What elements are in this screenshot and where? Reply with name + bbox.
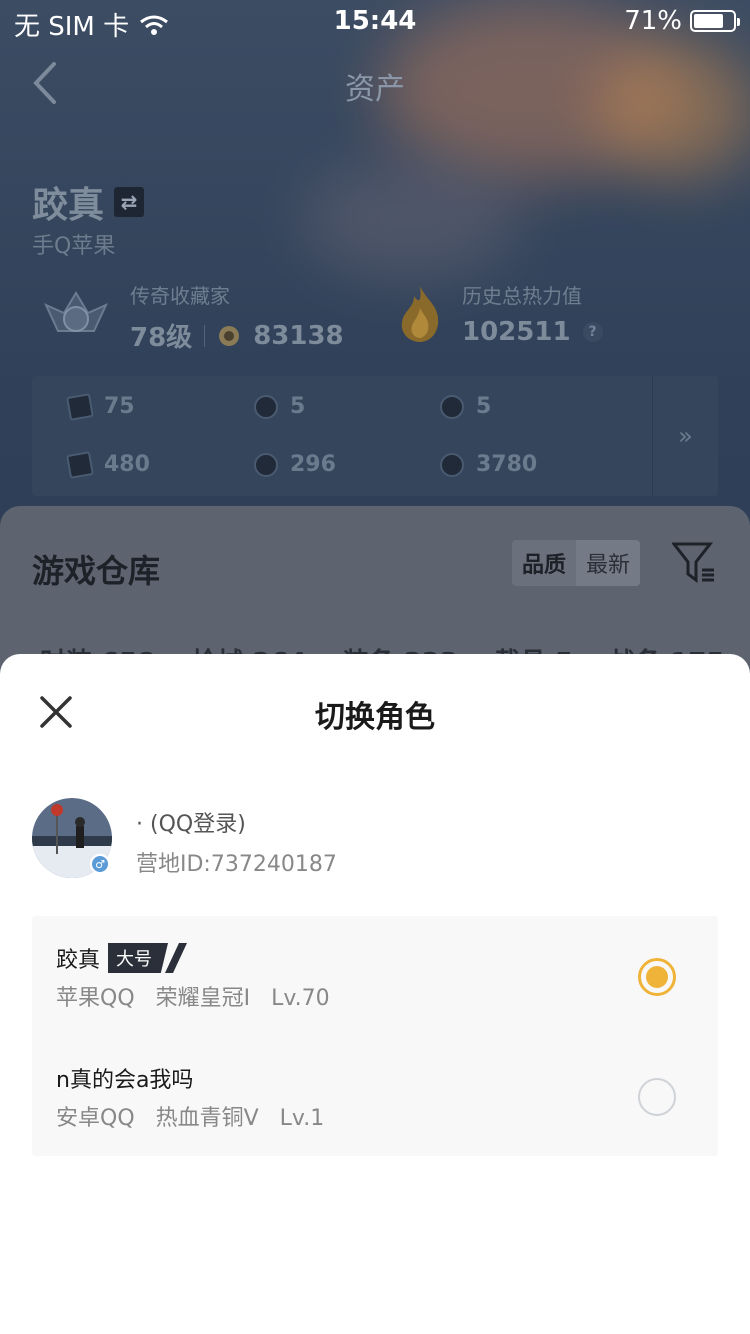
role-info: 安卓QQ 热血青铜V Lv.1 <box>56 1106 325 1131</box>
role-name: 跤真 <box>56 948 101 973</box>
role-radio-unselected[interactable] <box>638 1078 676 1116</box>
switch-role-sheet: 切换角色 ♂ · (QQ登录) 营地ID:737240187 跤真 大号 苹果Q <box>0 654 750 1334</box>
sheet-title: 切换角色 <box>315 700 435 735</box>
account-name: · (QQ登录) <box>136 812 246 837</box>
role-name: n真的会a我吗 <box>56 1068 194 1093</box>
role-title: n真的会a我吗 <box>56 1062 193 1094</box>
role-radio-selected[interactable] <box>638 958 676 996</box>
gender-male-icon: ♂ <box>90 854 110 874</box>
role-option-2[interactable]: n真的会a我吗 安卓QQ 热血青铜V Lv.1 <box>32 1036 718 1156</box>
account-id: 营地ID:737240187 <box>136 852 337 877</box>
account-info: ♂ · (QQ登录) 营地ID:737240187 <box>32 798 718 878</box>
role-title: 跤真 大号 <box>56 942 188 974</box>
badge-slash <box>165 943 188 973</box>
main-account-badge: 大号 <box>108 943 169 973</box>
role-list: 跤真 大号 苹果QQ 荣耀皇冠I Lv.70 n真的会a我吗 安卓QQ 热血青铜… <box>32 916 718 1156</box>
modal-backdrop[interactable] <box>0 0 750 654</box>
role-info: 苹果QQ 荣耀皇冠I Lv.70 <box>56 986 330 1011</box>
role-option-1[interactable]: 跤真 大号 苹果QQ 荣耀皇冠I Lv.70 <box>32 916 718 1036</box>
